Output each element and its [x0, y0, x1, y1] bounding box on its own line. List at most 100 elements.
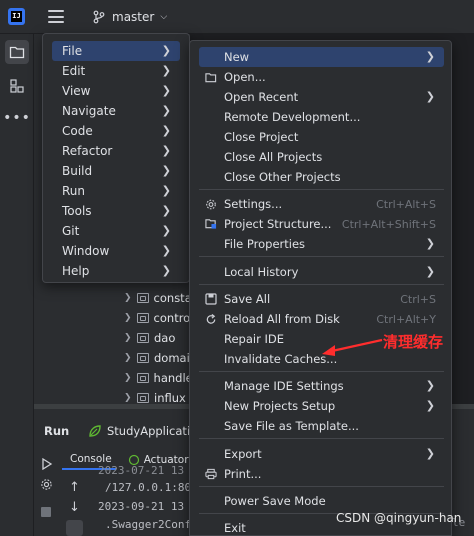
menu-item-reload-all[interactable]: Reload All from Disk Ctrl+Alt+Y [199, 309, 444, 329]
chevron-right-icon: ❯ [425, 379, 435, 392]
menu-item-project-structure[interactable]: Project Structure... Ctrl+Alt+Shift+S [199, 214, 444, 234]
arrow-down-icon[interactable]: ↓ [69, 500, 80, 515]
menu-separator [199, 438, 444, 439]
chevron-right-icon: ❯ [161, 244, 171, 257]
gear-icon [206, 199, 216, 209]
save-icon [205, 293, 217, 305]
tree-row[interactable]: ❯ handle [124, 368, 190, 388]
menu-item-export[interactable]: Export ❯ [199, 444, 444, 464]
menu-item-open-recent[interactable]: Open Recent ❯ [199, 87, 444, 107]
tool-window-strip: ••• [0, 34, 34, 536]
branch-name: master [112, 10, 155, 24]
folder-open-icon [205, 72, 217, 82]
chevron-right-icon: ❯ [161, 184, 171, 197]
chevron-right-icon: ❯ [161, 124, 171, 137]
menu-build[interactable]: Build ❯ [52, 161, 180, 181]
chevron-right-icon: ❯ [161, 264, 171, 277]
menu-separator [199, 371, 444, 372]
branch-icon [93, 10, 105, 24]
project-tool-button[interactable] [5, 40, 29, 64]
menu-separator [199, 486, 444, 487]
annotation-label: 清理缓存 [383, 333, 444, 351]
chevron-right-icon: ❯ [161, 104, 171, 117]
menu-item-print[interactable]: Print... [199, 464, 444, 484]
chevron-right-icon: ❯ [425, 50, 435, 63]
vcs-branch-widget[interactable]: master ⌵ [92, 9, 167, 25]
rerun-icon[interactable] [41, 458, 53, 470]
package-icon [137, 353, 149, 363]
stop-icon[interactable] [41, 507, 51, 517]
menu-file[interactable]: File ❯ [52, 41, 180, 61]
chevron-right-icon: ❯ [161, 84, 171, 97]
chevron-right-icon: ❯ [161, 44, 171, 57]
spring-boot-icon [89, 425, 101, 437]
menu-item-close-project[interactable]: Close Project [199, 127, 444, 147]
watermark: CSDN @qingyun-han [336, 511, 462, 525]
package-icon [136, 313, 149, 323]
menu-item-open[interactable]: Open... [199, 67, 444, 87]
tree-row[interactable]: ❯ domai [124, 348, 190, 368]
menu-separator [199, 284, 444, 285]
menu-view[interactable]: View ❯ [52, 81, 180, 101]
menu-tools[interactable]: Tools ❯ [52, 201, 180, 221]
more-tools-icon[interactable]: ••• [3, 106, 30, 130]
annotation-arrow-icon [322, 338, 383, 356]
folder-icon [9, 46, 25, 59]
console-line: 2023-07-21 13 [98, 464, 185, 477]
arrow-up-icon[interactable]: ↑ [69, 480, 80, 495]
chevron-right-icon: ❯ [425, 90, 435, 103]
menu-navigate[interactable]: Navigate ❯ [52, 101, 180, 121]
menu-item-manage-ide-settings[interactable]: Manage IDE Settings ❯ [199, 376, 444, 396]
chevron-right-icon: ❯ [161, 64, 171, 77]
reload-icon [206, 313, 216, 324]
chevron-right-icon: ❯ [161, 224, 171, 237]
print-icon [205, 468, 217, 480]
app-logo-icon[interactable]: IJ [8, 8, 25, 25]
menu-item-settings[interactable]: Settings... Ctrl+Alt+S [199, 194, 444, 214]
package-icon [136, 373, 149, 383]
menu-item-close-all-projects[interactable]: Close All Projects [199, 147, 444, 167]
run-panel-title: Run [44, 424, 70, 438]
chevron-right-icon: ❯ [425, 265, 435, 278]
main-menu-hamburger-icon[interactable] [48, 10, 64, 23]
menu-code[interactable]: Code ❯ [52, 121, 180, 141]
menu-item-new[interactable]: New ❯ [199, 47, 444, 67]
menu-item-close-other-projects[interactable]: Close Other Projects [199, 167, 444, 187]
package-icon [136, 293, 149, 303]
console-line: .Swagger2Conf [105, 518, 192, 531]
chevron-down-icon: ⌵ [160, 12, 168, 22]
menu-item-remote-development[interactable]: Remote Development... [199, 107, 444, 127]
menu-window[interactable]: Window ❯ [52, 241, 180, 261]
menu-item-new-projects-setup[interactable]: New Projects Setup ❯ [199, 396, 444, 416]
menu-refactor[interactable]: Refactor ❯ [52, 141, 180, 161]
run-config-tab[interactable]: StudyApplication [88, 420, 204, 442]
main-menu-popup: File ❯ Edit ❯ View ❯ Navigate ❯ Code ❯ Refact… [42, 33, 190, 283]
tree-row[interactable]: ❯ consta [124, 288, 190, 308]
chevron-right-icon: ❯ [425, 399, 435, 412]
structure-tool-button[interactable] [5, 74, 29, 98]
settings-gear-icon[interactable] [40, 478, 53, 491]
menu-item-save-all[interactable]: Save All Ctrl+S [199, 289, 444, 309]
menu-item-save-file-as-template[interactable]: Save File as Template... [199, 416, 444, 436]
chevron-right-icon: ❯ [161, 144, 171, 157]
package-icon [137, 333, 149, 343]
menu-item-power-save-mode[interactable]: Power Save Mode [199, 491, 444, 511]
menu-help[interactable]: Help ❯ [52, 261, 180, 281]
chevron-right-icon: ❯ [161, 204, 171, 217]
menu-edit[interactable]: Edit ❯ [52, 61, 180, 81]
project-structure-icon [205, 219, 217, 229]
menu-item-file-properties[interactable]: File Properties ❯ [199, 234, 444, 254]
run-side-toolbar [34, 448, 58, 536]
title-bar [0, 0, 474, 34]
tree-row[interactable]: ❯ dao [124, 328, 190, 348]
menu-run[interactable]: Run ❯ [52, 181, 180, 201]
menu-item-local-history[interactable]: Local History ❯ [199, 262, 444, 282]
console-side-toolbar: ↑ ↓ [62, 474, 86, 536]
console-line: 2023-09-21 13 [98, 500, 185, 513]
menu-git[interactable]: Git ❯ [52, 221, 180, 241]
tree-row[interactable]: ❯ contro [124, 308, 190, 328]
menu-separator [199, 189, 444, 190]
file-submenu-popup: New ❯ Open... Open Recent ❯ Remote Develop… [189, 40, 452, 536]
chevron-right-icon: ❯ [161, 164, 171, 177]
soft-wrap-icon[interactable] [66, 520, 83, 536]
